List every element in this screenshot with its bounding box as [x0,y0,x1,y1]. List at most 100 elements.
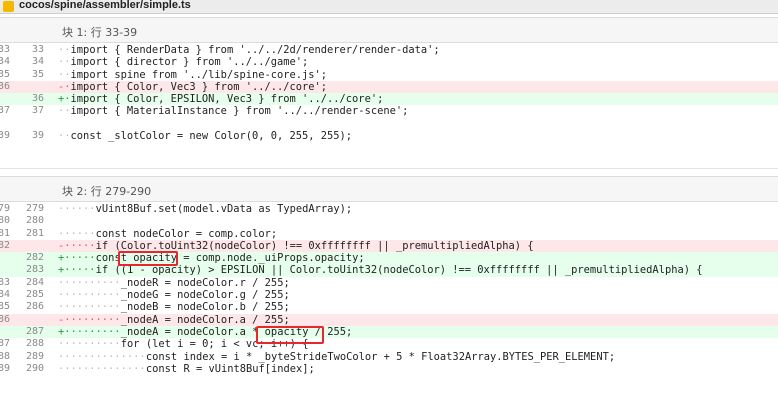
old-line-number: 39 [0,130,10,142]
diff-indent-marker: -········· [58,313,121,326]
context-line: 280 280 [0,215,778,227]
code-text[interactable]: import { Color, EPSILON, Vec3 } from '..… [71,93,384,105]
old-line-number: 283 [0,276,10,288]
diff-indent-marker: ·· [58,130,71,143]
diff-indent-marker: ·········· [58,301,121,314]
diff-indent-marker: +····· [58,264,96,277]
hunk-2-header[interactable]: 块 2: 行 279-290 [0,176,778,202]
code-text[interactable]: _nodeG = nodeColor.g / 255; [121,289,290,301]
file-path[interactable]: cocos/spine/assembler/simple.ts [19,0,191,11]
context-line: 33 33 ·· import { RenderData } from '../../… [0,44,778,56]
diff-indent-marker: ······ [58,203,96,215]
diff-indent-marker: +····· [58,252,96,265]
old-line-number: 280 [0,215,10,227]
new-line-number: 284 [25,276,44,288]
new-line-number: 33 [31,44,44,55]
code-text[interactable]: _nodeR = nodeColor.r / 255; [121,277,290,289]
code-text[interactable]: import spine from '../lib/spine-core.js'… [71,69,327,81]
hunk-2-title: 块 2: 行 279-290 [62,185,152,198]
diff-indent-marker: ·············· [58,350,146,363]
removed-line: 36 -· import { Color, Vec3 } from '../../c… [0,80,778,94]
new-line-number: 34 [31,56,44,68]
new-line-number: 283 [25,264,44,276]
context-line: 279 279 ······vUint8Buf.set(model.vData as… [0,203,778,215]
code-text[interactable]: import { RenderData } from '../../2d/ren… [71,44,440,56]
old-line-number: 288 [0,350,10,362]
code-text[interactable]: import { Color, Vec3 } from '../../core'… [71,81,327,93]
diff-indent-marker: ·· [58,68,71,81]
new-line-number: 288 [25,338,44,350]
code-text[interactable]: vUint8Buf.set(model.vData as TypedArray)… [96,203,352,215]
diff-indent-marker: ·············· [58,362,146,375]
hunk-1-lines: 33 33 ·· import { RenderData } from '../../… [0,44,778,142]
code-text[interactable]: import { MaterialInstance } from '../../… [71,105,409,117]
new-line-number: 286 [25,301,44,313]
context-line: 281 281 ······const nodeColor = comp.color… [0,228,778,240]
code-text[interactable]: if ((1 - opacity) > EPSILON || Color.toU… [96,264,703,276]
new-line-number: 280 [25,215,44,227]
code-text[interactable]: const nodeColor = comp.color; [96,228,277,240]
new-line-number: 37 [31,105,44,117]
code-text[interactable]: const R = vUint8Buf[index]; [146,363,315,375]
context-line: 289 290 ··············const R = vUint8Buf[… [0,363,778,375]
file-ts-icon [3,1,14,12]
old-line-number: 281 [0,227,10,239]
highlight-box-opacity-declaration [118,251,178,266]
old-line-number: 285 [0,301,10,313]
new-line-number: 281 [25,227,44,239]
new-line-number: 287 [25,325,44,337]
new-line-number: 282 [25,252,44,264]
old-line-number: 37 [0,105,10,117]
context-line: 39 39 ·· const _slotColor = new Color(0, 0,… [0,130,778,142]
new-line-number: 285 [25,289,44,301]
file-header: cocos/spine/assembler/simple.ts [0,0,778,14]
new-line-number: 36 [31,93,44,105]
code-text[interactable]: _nodeA = nodeColor.a / 255; [121,314,290,326]
old-line-number: 282 [0,239,10,251]
removed-line: 282-·····if (Color.toUint32(nodeColor) !… [0,239,778,253]
context-line: 37 37 ·· import { MaterialInstance } from '… [0,105,778,117]
diff-indent-marker: ·· [58,44,71,56]
new-line-number: 39 [31,130,44,142]
diff-indent-marker: ·········· [58,338,121,351]
code-text[interactable]: import { director } from '../../game'; [71,56,309,68]
context-line: 283 284 ··········_nodeR = nodeColor.r / 2… [0,277,778,289]
context-line: 284 285 ··········_nodeG = nodeColor.g / 2… [0,289,778,301]
diff-indent-marker: ·········· [58,276,121,289]
code-text[interactable]: const index = i * _byteStrideTwoColor + … [146,351,615,363]
old-line-number: 289 [0,362,10,374]
diff-indent-marker: +········· [58,325,121,338]
new-line-number: 35 [31,68,44,80]
context-line: 288 289 ··············const index = i * _b… [0,351,778,363]
context-line: 287288··········for (let i = 0; i < vc; … [0,338,778,350]
diff-indent-marker: ·· [58,56,71,69]
added-line: 282 +····· const opacity = comp.node._uiPr… [0,252,778,265]
old-line-number: 35 [0,68,10,80]
added-line: 287 +········· _nodeA = nodeColor.a * opac… [0,325,778,339]
new-line-number: 290 [25,362,44,374]
new-line-number: 279 [25,203,44,214]
highlight-box-opacity-usage [256,326,324,344]
hunk-2-lines: 279 279 ······vUint8Buf.set(model.vData as… [0,203,778,375]
hunk-1-header[interactable]: 块 1: 行 33-39 [0,17,778,43]
added-line: 36 +· import { Color, EPSILON, Vec3 } from… [0,93,778,106]
context-line: 285 286 ··········_nodeB = nodeColor.b / 2… [0,301,778,313]
code-text[interactable]: const _slotColor = new Color(0, 0, 255, … [71,130,353,142]
code-text[interactable]: _nodeB = nodeColor.b / 255; [121,301,290,313]
diff-indent-marker: ······ [58,227,96,240]
context-line: 34 34 ·· import { director } from '../../ga… [0,56,778,68]
old-line-number: 36 [0,80,10,92]
old-line-number: 286 [0,313,10,325]
diff-indent-marker: -· [58,80,71,93]
removed-line: 286 -·········_nodeA = nodeColor.a / 255; [0,313,778,326]
context-line: 35 35 ·· import spine from '../lib/spine-co… [0,69,778,81]
new-line-number: 289 [25,350,44,362]
hunk-1-title: 块 1: 行 33-39 [62,26,138,39]
old-line-number: 287 [0,338,10,350]
old-line-number: 279 [0,203,10,214]
old-line-number: 33 [0,44,10,55]
diff-indent-marker: ·········· [58,289,121,302]
added-line: 283 +····· if ((1 - opacity) > EPSILON || … [0,264,778,277]
diff-indent-marker: +· [58,93,71,106]
